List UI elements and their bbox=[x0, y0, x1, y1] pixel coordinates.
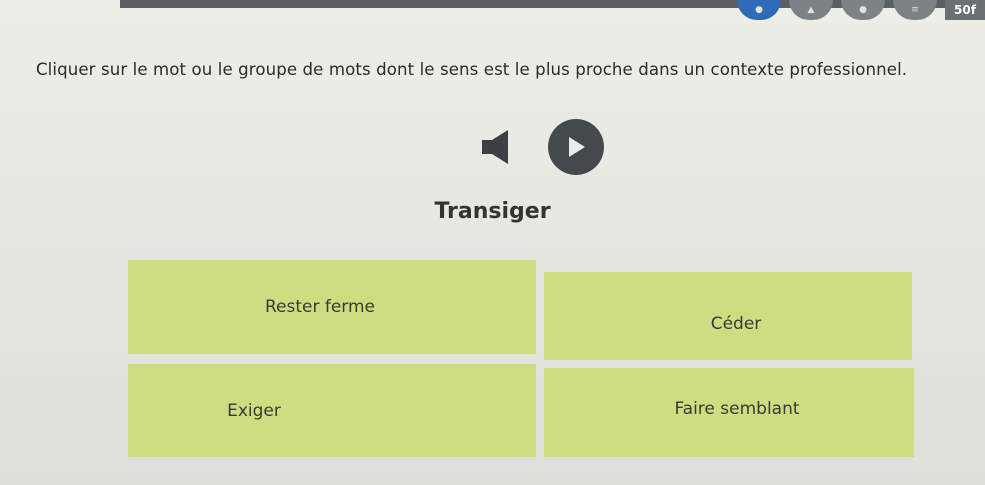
tool-icon[interactable]: ● bbox=[841, 0, 885, 20]
top-toolbar: ● ▲ ● ≡ 50f bbox=[729, 0, 985, 22]
blue-tool-icon[interactable]: ● bbox=[737, 0, 781, 20]
audio-controls bbox=[482, 119, 604, 175]
answer-option-exiger[interactable]: Exiger bbox=[128, 364, 536, 457]
answer-label: Faire semblant bbox=[674, 398, 800, 419]
answer-label: Rester ferme bbox=[264, 297, 376, 317]
answer-option-rester-ferme[interactable]: Rester ferme bbox=[128, 260, 536, 354]
score-badge: 50f bbox=[945, 0, 985, 20]
answer-option-faire-semblant[interactable]: Faire semblant bbox=[544, 368, 914, 457]
play-button[interactable] bbox=[548, 119, 604, 175]
answer-option-ceder[interactable]: Céder bbox=[544, 272, 912, 360]
tool-icon[interactable]: ▲ bbox=[789, 0, 833, 20]
answer-label: Céder bbox=[710, 314, 762, 334]
tool-icon[interactable]: ≡ bbox=[893, 0, 937, 20]
question-word: Transiger bbox=[434, 199, 551, 224]
instruction-text: Cliquer sur le mot ou le groupe de mots … bbox=[36, 60, 908, 79]
speaker-icon[interactable] bbox=[482, 130, 510, 164]
play-icon bbox=[569, 137, 585, 157]
answer-grid: Rester ferme Céder Exiger Faire semblant bbox=[128, 260, 914, 457]
answer-label: Exiger bbox=[227, 400, 281, 421]
